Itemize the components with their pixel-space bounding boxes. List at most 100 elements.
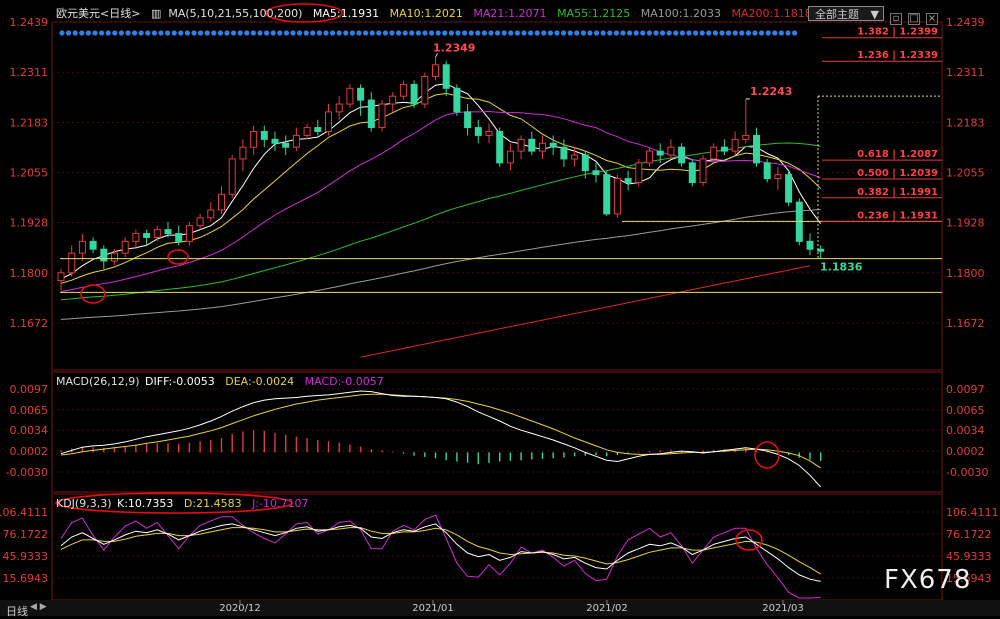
event-dot [316,30,322,36]
fib-label: 0.618 | 1.2087 [857,149,938,160]
event-dot [640,30,646,36]
candle-body [613,178,621,215]
candle-body [517,138,525,152]
kdj-y-tick-right: 76.1722 [946,528,992,541]
theme-dropdown[interactable]: 全部主题 ▼ [808,6,884,21]
candle-body [410,83,418,105]
ma5-value: MA5:1.1931 [312,7,380,20]
event-dot [184,30,190,36]
event-dot [303,30,309,36]
candle-body [720,146,728,152]
candle-body [624,178,632,184]
arrow-left-icon[interactable]: ◀ [30,602,37,612]
candle-body [817,248,825,252]
event-dot [561,30,567,36]
ma200-value: MA200:1.1818 [731,7,812,20]
candle-body [474,127,482,136]
symbol-title[interactable]: 欧元美元<日线> [56,7,140,20]
macd-macd-value: MACD:-0.0057 [304,375,384,388]
event-dot [396,30,402,36]
macd-y-tick-right: 0.0002 [946,445,985,458]
macd-header: MACD(26,12,9) DIFF:-0.0053 DEA:-0.0024 M… [56,375,391,389]
circle-macd-cross [754,441,780,469]
macd-y-tick-right: 0.0065 [946,404,985,417]
event-dot [389,30,395,36]
kdj-y-tick-left: 45.9333 [3,550,49,563]
kdj-y-tick-right: 45.9333 [946,550,992,563]
event-dot [151,30,157,36]
moving-averages [60,83,822,358]
candle-body [432,64,439,78]
candle-body [175,233,183,242]
candle-body [785,174,793,203]
event-dot [448,30,454,36]
candle-body [196,217,204,227]
candle-body [153,229,161,238]
event-dot [369,30,375,36]
y-tick-right: 1.2183 [946,116,985,129]
main-panel-frame [51,21,943,371]
ma-params: MA(5,10,21,55,100,200) [168,7,303,20]
ma10-line [60,92,822,284]
kdj-y-tick-right: 106.4111 [946,506,999,519]
arrow-right-icon[interactable]: ▶ [40,602,47,612]
event-dot [59,30,65,36]
kdj-y-tick-left: 76.1722 [3,528,49,541]
event-dot [567,30,573,36]
tab-scroll-arrows[interactable]: ◀ ▶ [30,602,47,612]
event-dot [211,30,217,36]
event-dots-row [59,30,798,36]
event-dot [534,30,540,36]
chart-canvas: 1.2439 1.2439 1.2311 1.2311 1.2183 1.2183 1.20… [0,3,1000,616]
candle-body [506,150,514,164]
candle-body [528,138,536,152]
event-dot [495,30,501,36]
event-dot [673,30,679,36]
event-dot [125,30,131,36]
high-label-2: 1.2243 [750,85,792,98]
fib-label: 0.500 | 1.2039 [857,168,938,179]
candlesticks [57,57,825,291]
event-dot [765,30,771,36]
event-dot [310,30,316,36]
grid-lines [52,21,942,579]
x-tick-label: 2020/12 [219,603,261,614]
y-tick-left: 1.2311 [10,66,49,79]
event-dot [250,30,256,36]
event-dot [514,30,521,36]
event-dot [283,30,289,36]
event-dot [547,30,554,36]
event-dot [112,30,118,36]
macd-diff-value: DIFF:-0.0053 [145,375,215,388]
event-dot [745,30,752,36]
candle-body [656,150,664,156]
x-tick-label: 2021/03 [762,603,804,614]
event-dot [627,30,633,36]
candle-body [282,142,290,148]
event-dot [217,30,223,36]
restore-icon[interactable]: ▫ [890,13,902,25]
candle-body [346,87,354,105]
event-dot [660,30,666,36]
macd-y-tick-right: -0.0030 [946,466,988,479]
event-dot [356,30,362,36]
candle-body [699,158,707,184]
timeframe-tab[interactable]: 日线 [6,603,28,619]
close-icon[interactable]: × [926,13,938,25]
event-dot [501,30,507,36]
event-dot [587,30,593,36]
event-dot [752,30,758,36]
macd-dea-value: DEA:-0.0024 [225,375,295,388]
maximize-icon[interactable]: □ [908,13,920,25]
candle-body [357,87,365,101]
event-dot [633,30,639,36]
event-dot [92,30,98,36]
candle-body [485,130,493,136]
event-dot [402,30,408,36]
candle-body [571,154,579,160]
macd-panel [60,390,822,488]
event-dot [343,30,349,36]
event-dot [772,30,778,36]
circle-kdj-cross [735,529,763,551]
candle-body [581,154,589,172]
